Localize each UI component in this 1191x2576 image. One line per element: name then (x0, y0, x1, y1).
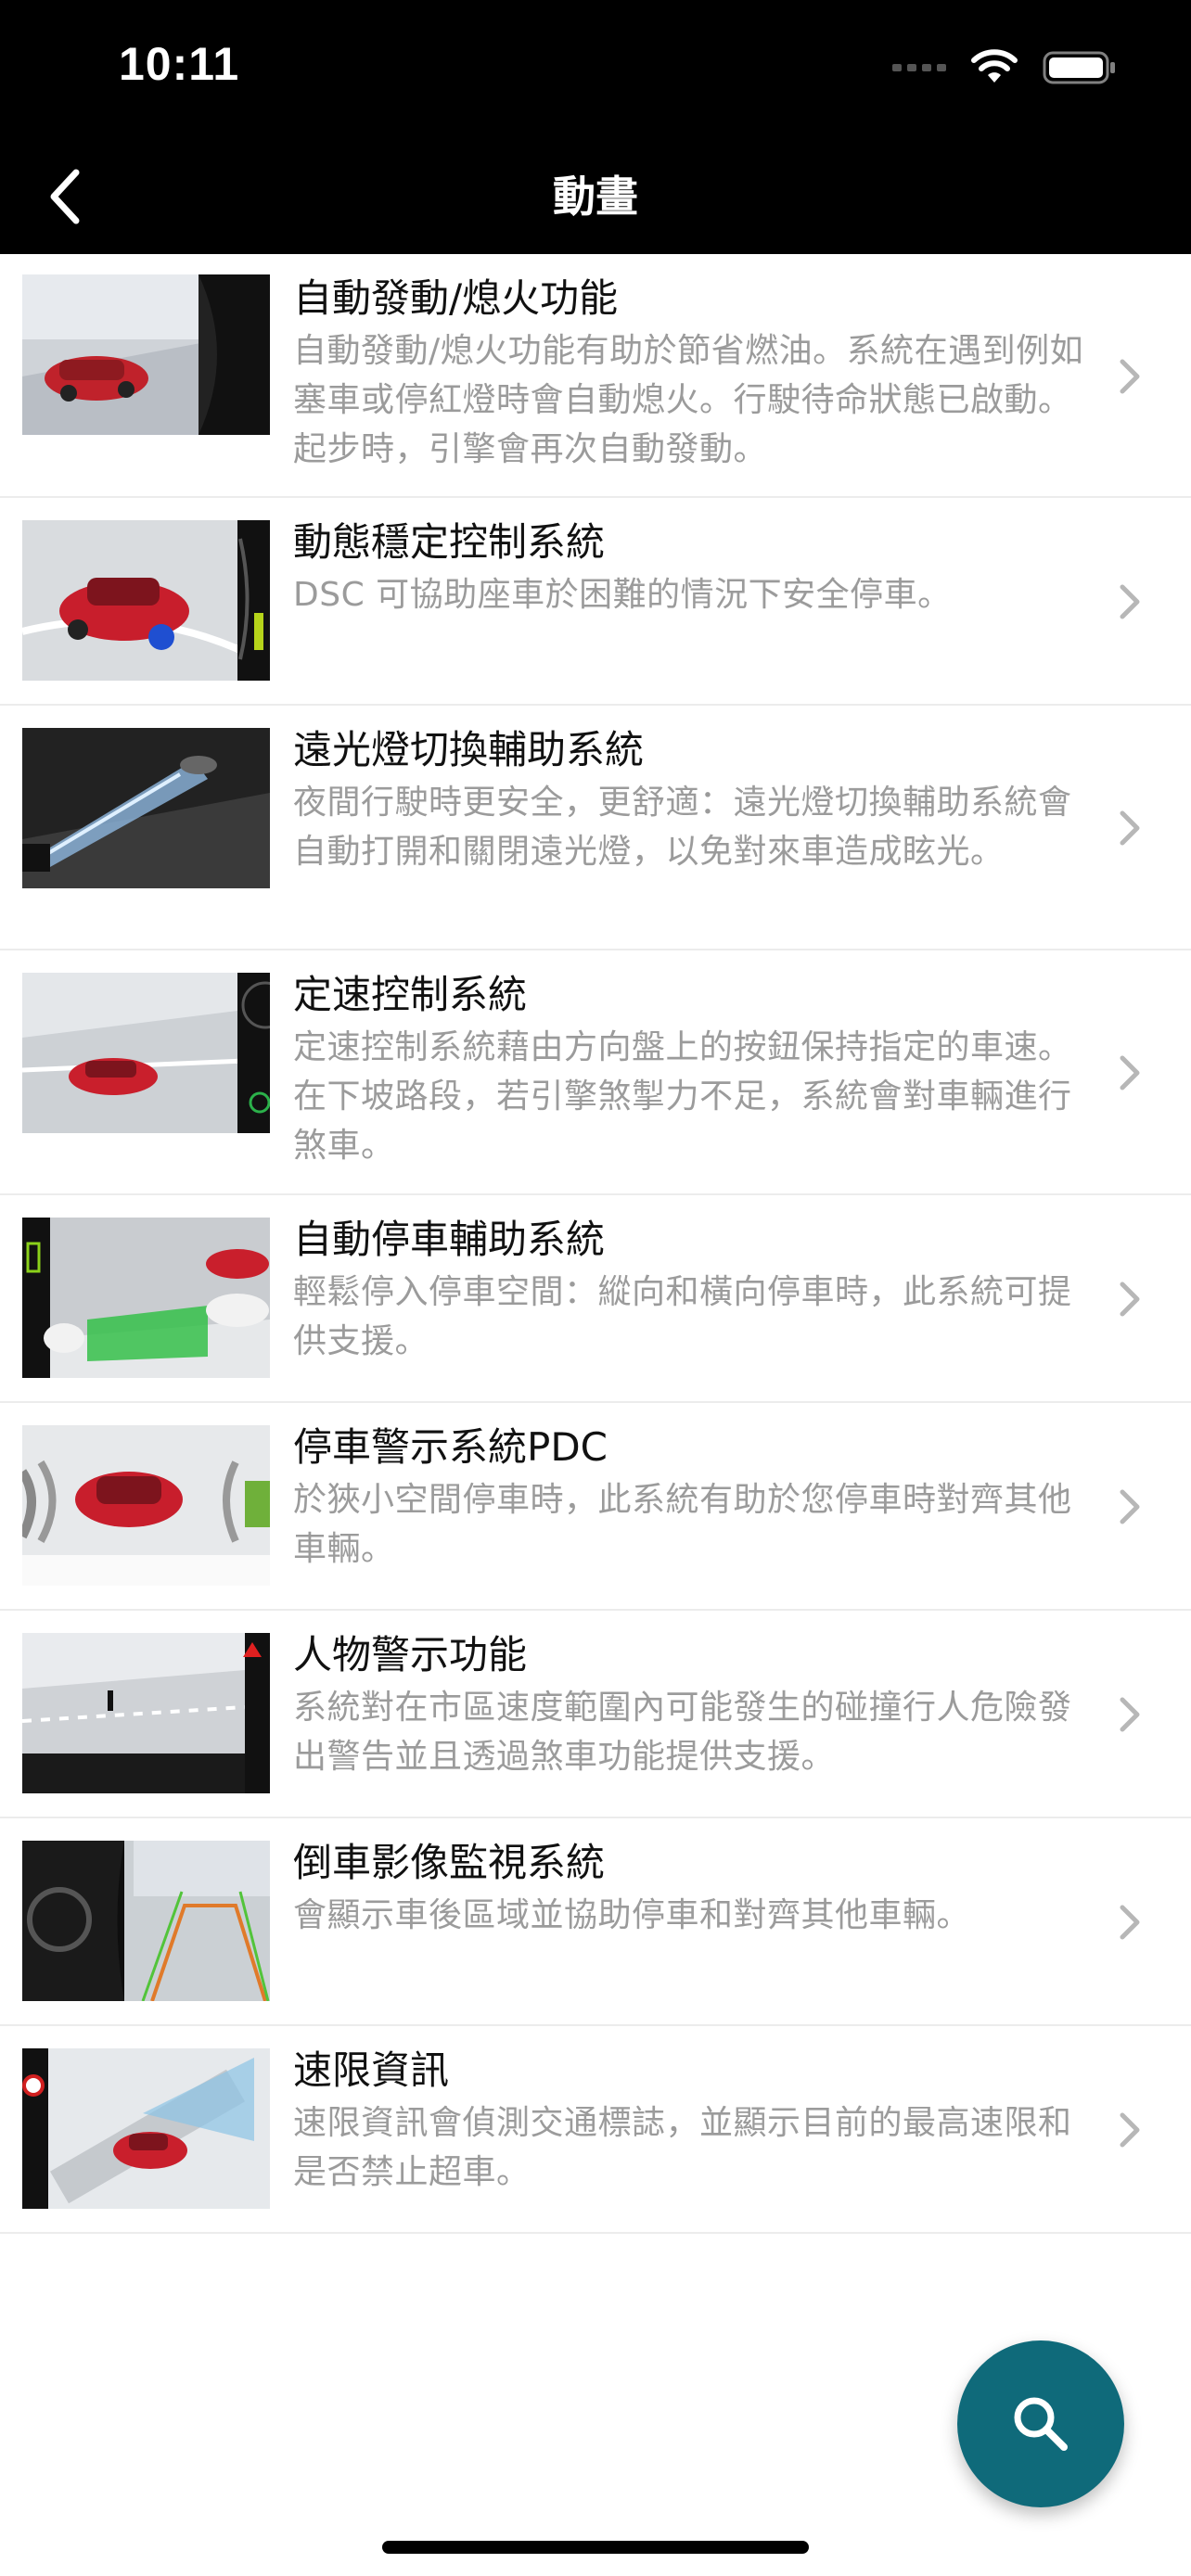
chevron-right-icon (1120, 2112, 1140, 2148)
list-item-cruise-control[interactable]: 定速控制系統 定速控制系統藉由方向盤上的按鈕保持指定的車速。在下坡路段，若引擎煞… (0, 950, 1191, 1195)
list-item-parking-assistant[interactable]: 自動停車輔助系統 輕鬆停入停車空間：縱向和橫向停車時，此系統可提供支援。 (0, 1195, 1191, 1403)
home-indicator[interactable] (382, 2541, 809, 2554)
search-icon (1014, 2397, 1068, 2451)
chevron-right-icon (1120, 1697, 1140, 1732)
chevron-right-icon (1120, 810, 1140, 846)
page-title: 動畫 (553, 172, 638, 222)
thumbnail-parking-assistant (22, 1218, 270, 1378)
item-description: 於狹小空間停車時，此系統有助於您停車時對齊其他車輛。 (293, 1481, 1072, 1568)
thumbnail-dsc (22, 520, 270, 681)
thumbnail-pdc (22, 1425, 270, 1586)
list-item-pedestrian-warning[interactable]: 人物警示功能 系統對在市區速度範圍內可能發生的碰撞行人危險發出警告並且透過煞車功… (0, 1611, 1191, 1818)
item-description: 夜間行駛時更安全，更舒適：遠光燈切換輔助系統會自動打開和關閉遠光燈，以免對來車造… (293, 784, 1072, 871)
search-button[interactable] (957, 2340, 1124, 2507)
thumbnail-speed-limit-info (22, 2048, 270, 2209)
battery-icon (1043, 51, 1115, 84)
list-item-pdc[interactable]: 停車警示系統PDC 於狹小空間停車時，此系統有助於您停車時對齊其他車輛。 (0, 1403, 1191, 1611)
thumbnail-high-beam (22, 728, 270, 888)
item-title: 停車警示系統PDC (293, 1424, 608, 1470)
item-description: 自動發動/熄火功能有助於節省燃油。系統在遇到例如塞車或停紅燈時會自動熄火。行駛待… (293, 332, 1084, 468)
chevron-right-icon (1120, 584, 1140, 619)
item-description: 系統對在市區速度範圍內可能發生的碰撞行人危險發出警告並且透過煞車功能提供支援。 (293, 1689, 1072, 1776)
status-time: 10:11 (119, 38, 240, 90)
thumbnail-pedestrian-warning (22, 1633, 270, 1793)
item-title: 自動停車輔助系統 (293, 1217, 606, 1262)
chevron-right-icon (1120, 1489, 1140, 1524)
item-title: 動態穩定控制系統 (293, 519, 606, 565)
item-title: 自動發動/熄火功能 (293, 275, 619, 321)
item-title: 遠光燈切換輔助系統 (293, 727, 645, 772)
item-description: 輕鬆停入停車空間：縱向和橫向停車時，此系統可提供支援。 (293, 1273, 1072, 1360)
item-title: 定速控制系統 (293, 972, 528, 1017)
item-description: 速限資訊會偵測交通標誌，並顯示目前的最高速限和是否禁止超車。 (293, 2104, 1072, 2191)
status-bar: 10:11 (0, 0, 1191, 139)
chevron-right-icon (1120, 1055, 1140, 1090)
list-item-start-stop[interactable]: 自動發動/熄火功能 自動發動/熄火功能有助於節省燃油。系統在遇到例如塞車或停紅燈… (0, 254, 1191, 498)
thumbnail-cruise-control (22, 973, 270, 1133)
item-description: 會顯示車後區域並協助停車和對齊其他車輛。 (293, 1896, 971, 1934)
item-title: 人物警示功能 (293, 1632, 528, 1677)
thumbnail-rear-view-camera (22, 1841, 270, 2001)
item-title: 速限資訊 (293, 2047, 450, 2093)
animation-list: 自動發動/熄火功能 自動發動/熄火功能有助於節省燃油。系統在遇到例如塞車或停紅燈… (0, 254, 1191, 2234)
navigation-bar: 動畫 (0, 139, 1191, 254)
chevron-right-icon (1120, 1282, 1140, 1317)
item-description: 定速控制系統藉由方向盤上的按鈕保持指定的車速。在下坡路段，若引擎煞掣力不足，系統… (293, 1028, 1072, 1165)
list-item-speed-limit-info[interactable]: 速限資訊 速限資訊會偵測交通標誌，並顯示目前的最高速限和是否禁止超車。 (0, 2026, 1191, 2234)
item-title: 倒車影像監視系統 (293, 1840, 606, 1885)
chevron-right-icon (1120, 359, 1140, 394)
cellular-signal-icon (892, 64, 946, 71)
list-item-dsc[interactable]: 動態穩定控制系統 DSC 可協助座車於困難的情況下安全停車。 (0, 498, 1191, 706)
list-item-rear-view-camera[interactable]: 倒車影像監視系統 會顯示車後區域並協助停車和對齊其他車輛。 (0, 1818, 1191, 2026)
wifi-icon (971, 49, 1018, 83)
item-description: DSC 可協助座車於困難的情況下安全停車。 (293, 576, 952, 614)
status-icons (892, 45, 1117, 91)
chevron-right-icon (1120, 1905, 1140, 1940)
thumbnail-start-stop (22, 274, 270, 435)
list-item-high-beam[interactable]: 遠光燈切換輔助系統 夜間行駛時更安全，更舒適：遠光燈切換輔助系統會自動打開和關閉… (0, 706, 1191, 950)
